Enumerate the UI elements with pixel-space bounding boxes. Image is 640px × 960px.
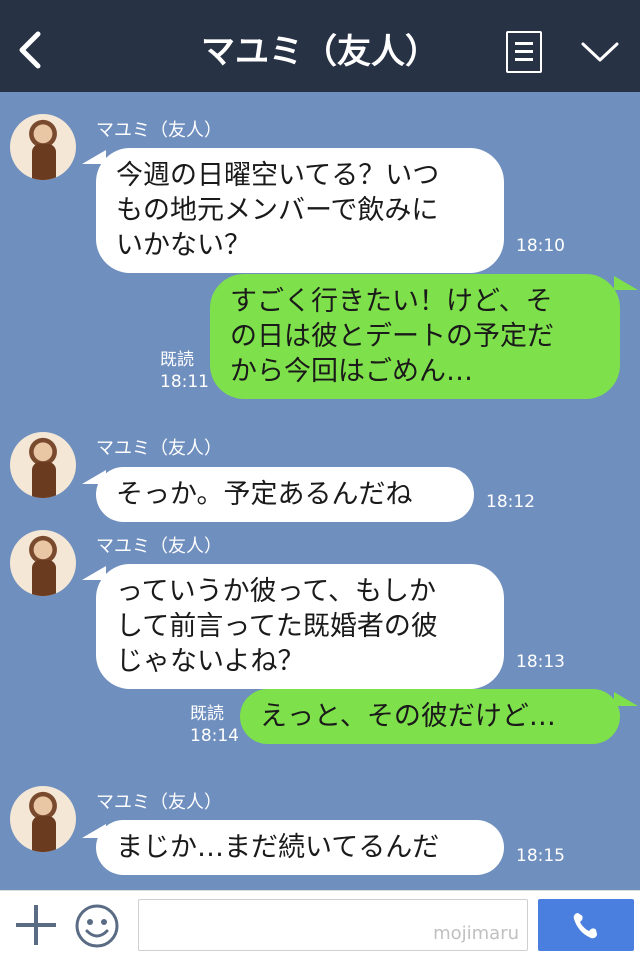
menu-list-icon[interactable]	[506, 31, 542, 73]
message-time: 18:11	[160, 372, 209, 392]
message-time: 18:12	[486, 492, 535, 512]
message-bubble: すごく行きたい！けど、そ の日は彼とデートの予定だ から今回はごめん…	[210, 274, 620, 399]
chat-header: マユミ（友人）	[0, 0, 640, 92]
sender-name: マユミ（友人）	[96, 120, 222, 141]
message-time: 18:13	[516, 652, 565, 672]
bubble-tail	[614, 276, 638, 290]
message-time: 18:10	[516, 236, 565, 256]
sender-name: マユミ（友人）	[96, 438, 222, 459]
read-receipt: 既読	[160, 350, 194, 370]
avatar[interactable]	[10, 786, 76, 852]
smiley-icon[interactable]	[74, 903, 120, 949]
avatar[interactable]	[10, 114, 76, 180]
chevron-down-icon[interactable]	[580, 38, 620, 66]
input-bar: mojimaru	[0, 890, 640, 960]
message-bubble: そっか。予定あるんだね	[96, 467, 474, 522]
message-time: 18:14	[190, 726, 239, 746]
read-receipt: 既読	[190, 704, 224, 724]
call-button[interactable]	[538, 899, 634, 951]
sender-name: マユミ（友人）	[96, 536, 222, 557]
message-input[interactable]: mojimaru	[138, 899, 528, 951]
avatar[interactable]	[10, 432, 76, 498]
message-bubble: っていうか彼って、もしか して前言ってた既婚者の彼 じゃないよね？	[96, 564, 504, 689]
back-arrow-icon[interactable]	[14, 30, 46, 70]
chat-title: マユミ（友人）	[201, 32, 439, 72]
message-bubble: 今週の日曜空いてる？いつ もの地元メンバーで飲みに いかない？	[96, 148, 504, 273]
chat-area[interactable]: マユミ（友人） 今週の日曜空いてる？いつ もの地元メンバーで飲みに いかない？ …	[0, 92, 640, 890]
watermark: mojimaru	[433, 923, 519, 944]
phone-icon	[573, 913, 597, 939]
sender-name: マユミ（友人）	[96, 792, 222, 813]
plus-icon[interactable]	[16, 905, 56, 945]
avatar[interactable]	[10, 530, 76, 596]
message-bubble: えっと、その彼だけど…	[240, 689, 620, 744]
message-bubble: まじか…まだ続いてるんだ	[96, 820, 504, 875]
message-time: 18:15	[516, 846, 565, 866]
bubble-tail	[614, 692, 638, 706]
